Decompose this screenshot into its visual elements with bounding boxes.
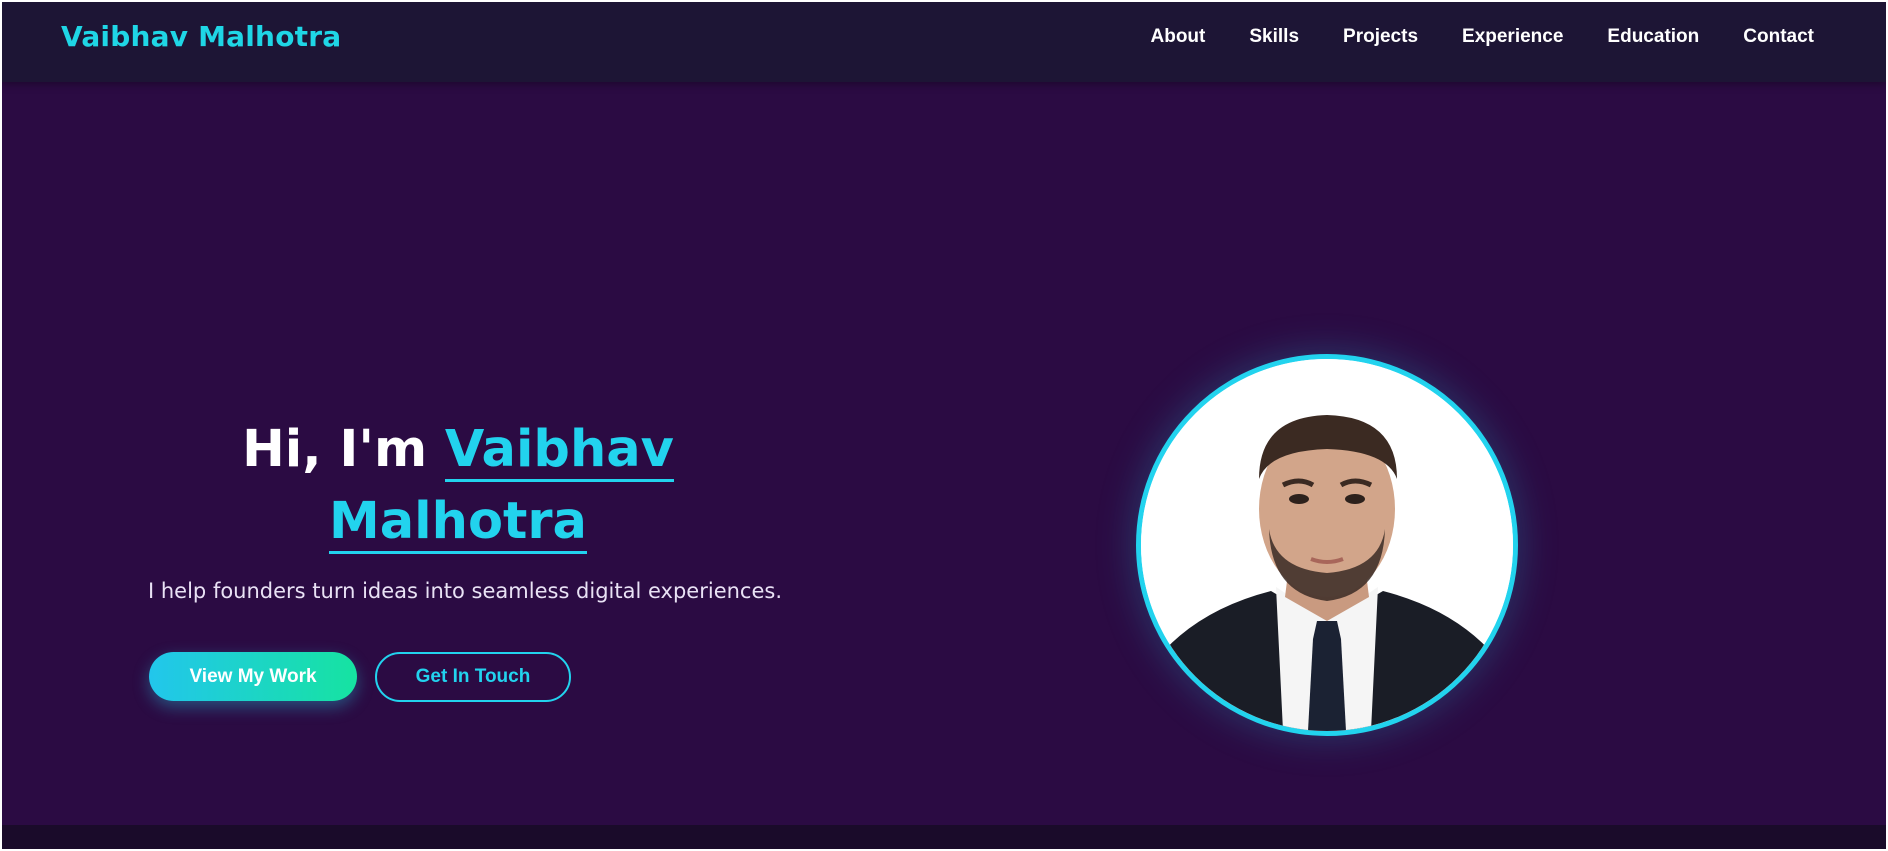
hero-tagline: I help founders turn ideas into seamless… — [148, 579, 783, 603]
get-in-touch-button[interactable]: Get In Touch — [375, 652, 571, 702]
brand-logo[interactable]: Vaibhav Malhotra — [61, 20, 341, 53]
next-section-edge — [2, 825, 1886, 849]
nav-about[interactable]: About — [1151, 26, 1206, 48]
hero-greeting: Hi, I'm — [242, 420, 445, 479]
hero-heading: Hi, I'm Vaibhav Malhotra — [147, 414, 769, 558]
hero-name-last: Malhotra — [329, 492, 587, 554]
navbar: Vaibhav Malhotra About Skills Projects E… — [2, 2, 1886, 82]
profile-photo — [1136, 354, 1518, 736]
view-my-work-button[interactable]: View My Work — [149, 652, 357, 701]
hero-name-first: Vaibhav — [444, 420, 674, 482]
nav-links: About Skills Projects Experience Educati… — [1107, 26, 1815, 48]
page: Vaibhav Malhotra About Skills Projects E… — [2, 2, 1886, 849]
nav-projects[interactable]: Projects — [1343, 26, 1418, 48]
nav-education[interactable]: Education — [1607, 26, 1699, 48]
nav-contact[interactable]: Contact — [1743, 26, 1814, 48]
nav-experience[interactable]: Experience — [1462, 26, 1563, 48]
profile-photo-icon — [1141, 359, 1513, 731]
nav-skills[interactable]: Skills — [1249, 26, 1299, 48]
